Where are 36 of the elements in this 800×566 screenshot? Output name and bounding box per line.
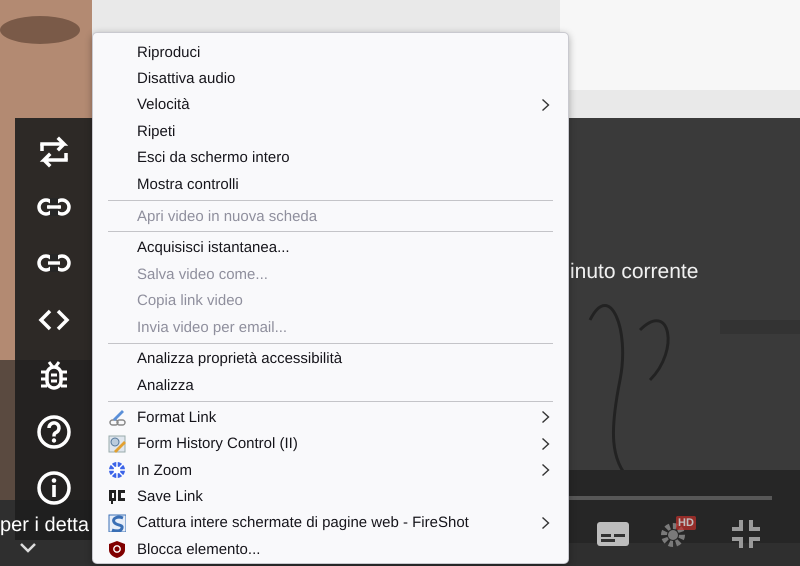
settings-button[interactable]: HD bbox=[660, 518, 700, 550]
menu-item[interactable]: In Zoom bbox=[93, 456, 568, 484]
menu-item[interactable]: Cattura intere schermate di pagine web - FireShot bbox=[93, 510, 568, 536]
menu-item[interactable]: Analizza proprietà accessibilità bbox=[93, 346, 568, 372]
pencil-link-icon bbox=[108, 408, 126, 426]
magnifier-pencil-icon bbox=[108, 434, 126, 453]
hd-badge: HD bbox=[676, 516, 696, 530]
info-icon[interactable] bbox=[36, 470, 72, 506]
menu-item[interactable]: Blocca elemento... bbox=[93, 536, 568, 562]
menu-item[interactable]: Disattiva audio bbox=[93, 65, 568, 92]
shield-icon bbox=[108, 540, 126, 558]
exit-fullscreen-icon[interactable] bbox=[730, 518, 762, 550]
menu-item[interactable]: Analizza bbox=[93, 372, 568, 399]
menu-item[interactable]: Velocità bbox=[93, 92, 568, 118]
chevron-down-icon[interactable] bbox=[19, 542, 37, 554]
s-logo-icon bbox=[108, 514, 126, 532]
chevron-right-icon bbox=[541, 436, 550, 451]
chevron-right-icon bbox=[541, 410, 550, 424]
menu-item[interactable]: Format Link bbox=[93, 404, 568, 430]
caption-text: per i detta bbox=[0, 514, 89, 537]
progress-track[interactable] bbox=[569, 496, 772, 500]
menu-item[interactable]: Form History Control (II) bbox=[93, 430, 568, 457]
menu-item[interactable]: Acquisisci istantanea... bbox=[93, 234, 568, 262]
help-icon[interactable] bbox=[36, 414, 72, 450]
menu-item[interactable]: Riproduci bbox=[93, 39, 568, 66]
menu-item[interactable]: Mostra controlli bbox=[93, 170, 568, 198]
menu-item[interactable]: Save Link bbox=[93, 483, 568, 510]
aperture-icon bbox=[108, 461, 126, 480]
chevron-right-icon bbox=[541, 516, 550, 530]
chevron-right-icon bbox=[541, 98, 550, 112]
menu-item[interactable]: Esci da schermo intero bbox=[93, 144, 568, 171]
menu-item[interactable]: Ripeti bbox=[93, 118, 568, 145]
caption-text: inuto corrente bbox=[570, 260, 698, 284]
subtitles-icon[interactable] bbox=[596, 521, 630, 547]
chevron-right-icon bbox=[541, 463, 550, 478]
qc-icon bbox=[108, 487, 126, 506]
